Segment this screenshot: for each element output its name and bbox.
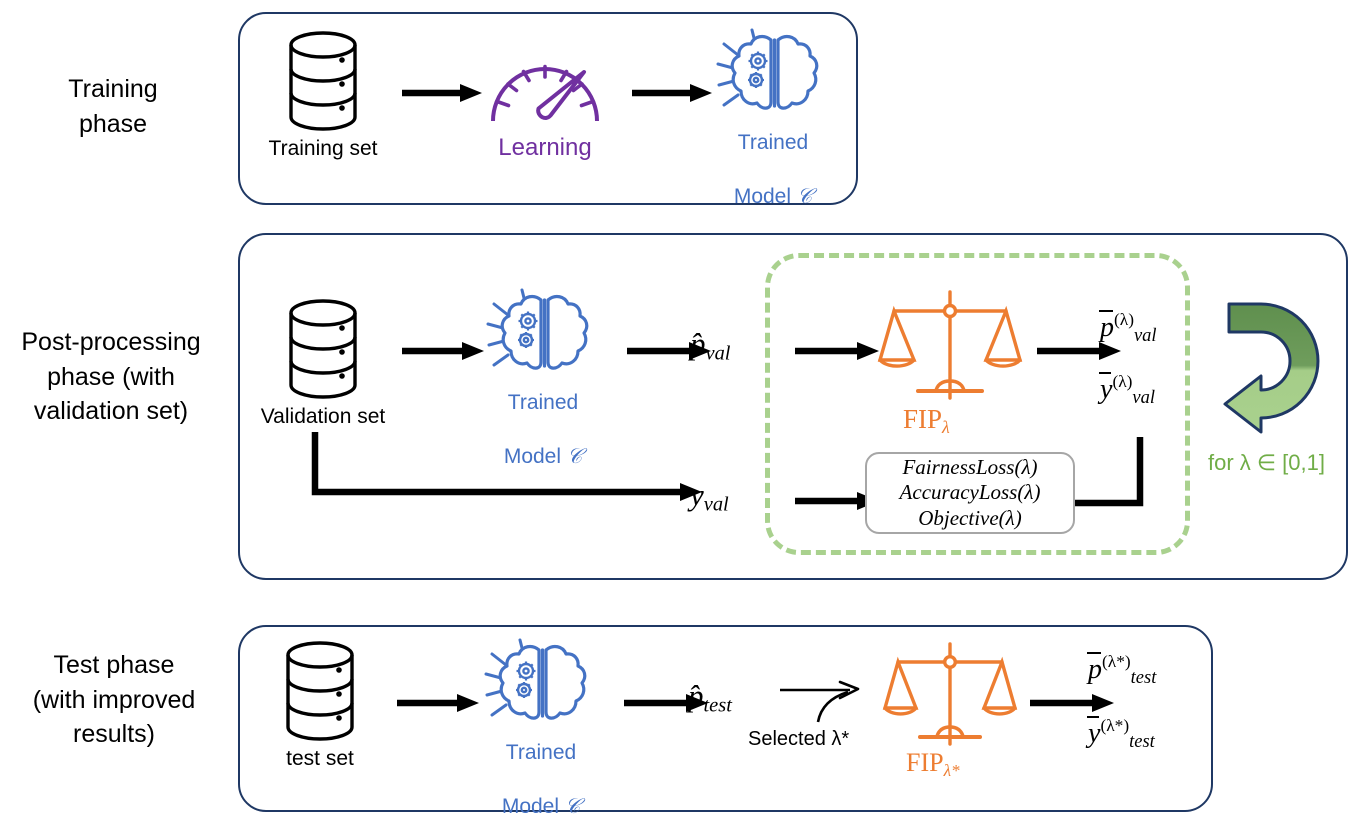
trained-model-test-caption-line1: Trained bbox=[505, 741, 577, 764]
arrow-post-elbow-yval bbox=[311, 432, 702, 501]
p-val-base: p̂ bbox=[690, 326, 706, 361]
objective-line: Objective(λ) bbox=[918, 505, 1022, 530]
test-set-node: test set bbox=[255, 640, 385, 772]
gauge-icon bbox=[491, 64, 599, 122]
database-icon bbox=[289, 299, 357, 399]
p-test-label: p̂test bbox=[688, 678, 732, 718]
fip-label-post: FIPλ bbox=[903, 404, 950, 438]
arrow-selected-lambda bbox=[780, 680, 860, 723]
out-p-val-sup: (λ) bbox=[1114, 310, 1134, 329]
selected-lambda-caption: Selected λ* bbox=[748, 728, 850, 750]
learning-node: Learning bbox=[472, 45, 618, 163]
database-icon bbox=[289, 31, 357, 131]
p-val-sub: val bbox=[705, 342, 731, 365]
fip-sub-post: λ bbox=[942, 416, 950, 437]
trained-model-test-caption-line2: Model 𝒞 bbox=[468, 766, 614, 820]
out-p-test-sup: (λ*) bbox=[1102, 652, 1131, 671]
for-lambda-caption: for λ ∈ [0,1] bbox=[1208, 450, 1325, 475]
test-set-caption: test set bbox=[286, 747, 354, 770]
out-p-test-base: p bbox=[1088, 653, 1102, 685]
y-val-base: y bbox=[690, 477, 704, 512]
out-y-val-base: y bbox=[1100, 373, 1113, 405]
phase-label-test: Test phase (with improved results) bbox=[32, 651, 196, 748]
out-y-val-sub: val bbox=[1132, 386, 1155, 407]
y-val-label: yval bbox=[690, 477, 729, 517]
trained-model-caption-line2: Model 𝒞 bbox=[700, 156, 846, 210]
y-val-sub: val bbox=[703, 493, 729, 516]
out-y-test-sub: test bbox=[1129, 730, 1155, 751]
p-test-sub: test bbox=[703, 694, 732, 717]
out-y-test-base: y bbox=[1088, 717, 1101, 749]
out-p-test-sub: test bbox=[1130, 666, 1157, 687]
trained-model-node-training: Trained Model 𝒞 bbox=[700, 28, 846, 210]
p-test-base: p̂ bbox=[688, 678, 704, 713]
out-y-val-sup: (λ) bbox=[1112, 372, 1133, 391]
fip-name-test: FIP bbox=[906, 748, 944, 777]
brain-gears-icon bbox=[716, 28, 819, 110]
learning-caption: Learning bbox=[498, 134, 592, 161]
phase-label-postprocessing: Post-processing phase (with validation s… bbox=[21, 328, 201, 425]
validation-set-caption: Validation set bbox=[260, 405, 386, 428]
brain-gears-icon bbox=[486, 288, 589, 370]
validation-set-node: Validation set bbox=[248, 298, 398, 430]
out-y-test-sup: (λ*) bbox=[1100, 716, 1130, 735]
fip-sub-test: λ* bbox=[943, 760, 960, 780]
fairness-loss-line: FairnessLoss(λ) bbox=[902, 454, 1038, 479]
trained-model-caption-line1: Trained bbox=[737, 131, 809, 154]
phase-label-training: Training phase bbox=[68, 75, 158, 138]
out-p-val-base: p bbox=[1100, 311, 1114, 343]
trained-model-test-model-word: Model bbox=[501, 794, 565, 818]
out-y-val-label: y(λ)val bbox=[1100, 372, 1155, 408]
out-y-test-label: y(λ*)test bbox=[1088, 716, 1155, 752]
accuracy-loss-line: AccuracyLoss(λ) bbox=[899, 480, 1041, 505]
trained-model-model-word: Model bbox=[733, 184, 797, 208]
circular-loop-arrow-icon bbox=[1223, 302, 1320, 434]
out-p-val-label: p(λ)val bbox=[1100, 310, 1157, 346]
out-p-val-sub: val bbox=[1133, 324, 1157, 345]
p-val-label: p̂val bbox=[690, 326, 730, 366]
training-set-node: Training set bbox=[258, 30, 388, 162]
trained-model-symbol: 𝒞 bbox=[796, 183, 813, 208]
balance-scale-icon-post bbox=[877, 290, 1023, 400]
arrow-post-3 bbox=[795, 342, 879, 360]
trained-model-test-symbol: 𝒞 bbox=[564, 793, 581, 818]
database-icon bbox=[286, 641, 354, 741]
out-p-test-label: p(λ*)test bbox=[1088, 652, 1156, 688]
diagram-canvas: Training phase Training set Learning Tra… bbox=[0, 0, 1370, 825]
arrow-test-3 bbox=[1030, 694, 1114, 712]
loss-objective-box: FairnessLoss(λ) AccuracyLoss(λ) Objectiv… bbox=[865, 452, 1075, 534]
fip-label-test: FIPλ* bbox=[906, 748, 960, 781]
brain-gears-icon bbox=[484, 638, 587, 720]
trained-model-post-caption-line1: Trained bbox=[507, 391, 579, 414]
fip-name-post: FIP bbox=[903, 404, 943, 434]
training-set-caption: Training set bbox=[268, 137, 378, 160]
balance-scale-icon-test bbox=[882, 642, 1018, 746]
trained-model-node-test: Trained Model 𝒞 bbox=[468, 638, 614, 820]
